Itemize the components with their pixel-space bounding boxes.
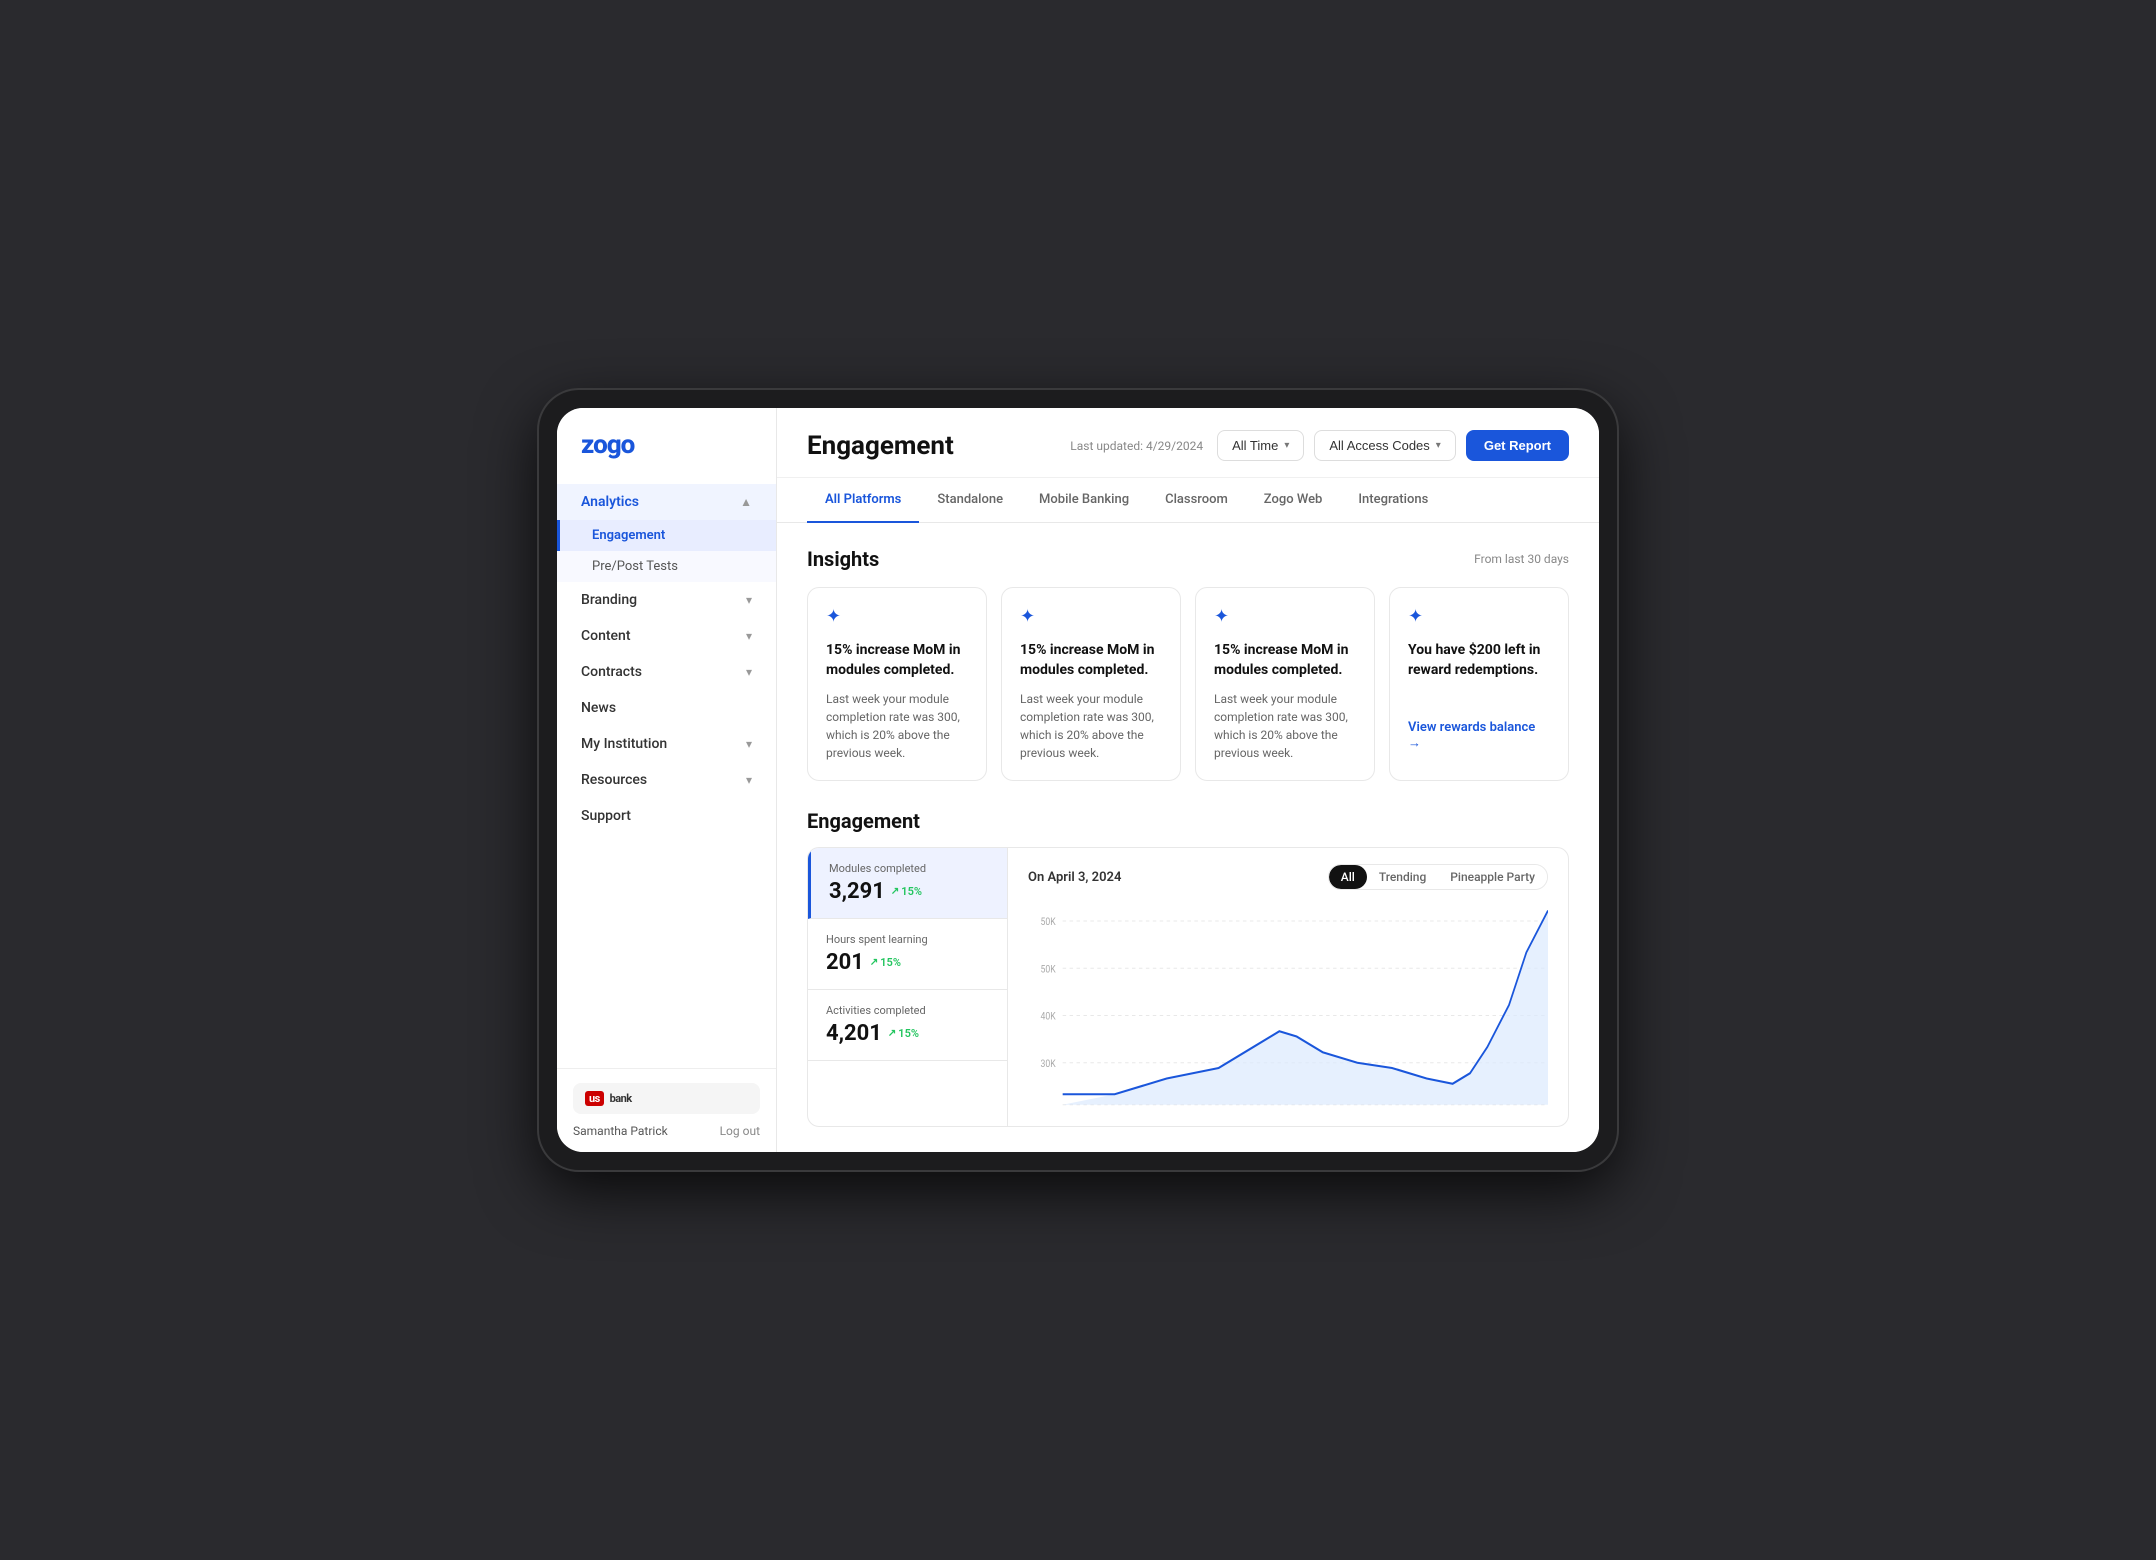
sidebar-item-resources[interactable]: Resources ▾ xyxy=(557,762,776,798)
sidebar-item-news[interactable]: News xyxy=(557,690,776,726)
logo: zogo xyxy=(581,430,634,460)
access-codes-dropdown[interactable]: All Access Codes ▾ xyxy=(1314,430,1455,461)
insight-card-4: ✦ You have $200 left in reward redemptio… xyxy=(1389,587,1569,781)
insights-grid: ✦ 15% increase MoM in modules completed.… xyxy=(807,587,1569,781)
time-filter-chevron-icon: ▾ xyxy=(1284,440,1289,451)
tab-mobile-banking[interactable]: Mobile Banking xyxy=(1021,478,1147,523)
engagement-stats: Modules completed 3,291 ↗ 15% xyxy=(808,848,1008,1126)
tab-zogo-web[interactable]: Zogo Web xyxy=(1246,478,1341,523)
analytics-chevron-icon: ▲ xyxy=(740,495,752,509)
svg-text:40K: 40K xyxy=(1041,1011,1057,1023)
hours-label: Hours spent learning xyxy=(826,933,989,946)
get-report-button[interactable]: Get Report xyxy=(1466,430,1569,461)
chart-area: On April 3, 2024 All Trending xyxy=(1008,848,1568,1126)
insight-body-2: Last week your module completion rate wa… xyxy=(1020,690,1162,762)
insight-title-3: 15% increase MoM in modules completed. xyxy=(1214,641,1356,680)
chart-wrapper: 50K 50K 40K 30K xyxy=(1028,900,1548,1110)
main-content: Engagement Last updated: 4/29/2024 All T… xyxy=(777,408,1599,1152)
spark-icon-4: ✦ xyxy=(1408,606,1423,627)
engagement-body: Modules completed 3,291 ↗ 15% xyxy=(807,847,1569,1127)
branding-chevron-icon: ▾ xyxy=(746,593,752,607)
modules-trend-arrow-icon: ↗ xyxy=(891,886,899,897)
view-rewards-link[interactable]: View rewards balance → xyxy=(1408,720,1550,751)
modules-label: Modules completed xyxy=(829,862,989,875)
insights-title: Insights xyxy=(807,547,879,571)
sidebar-item-content[interactable]: Content ▾ xyxy=(557,618,776,654)
device-screen: zogo Analytics ▲ Engagement Pre/Post Tes… xyxy=(557,408,1599,1152)
footer-user: Samantha Patrick Log out xyxy=(573,1124,760,1138)
header-controls: Last updated: 4/29/2024 All Time ▾ All A… xyxy=(1070,430,1569,461)
chart-filter-pineapple-party[interactable]: Pineapple Party xyxy=(1438,865,1547,889)
hours-trend: ↗ 15% xyxy=(870,956,901,969)
tab-all-platforms[interactable]: All Platforms xyxy=(807,478,919,523)
chart-header: On April 3, 2024 All Trending xyxy=(1028,864,1548,890)
sidebar-footer: us bank Samantha Patrick Log out xyxy=(557,1068,776,1152)
modules-trend: ↗ 15% xyxy=(891,885,922,898)
analytics-submenu: Engagement Pre/Post Tests xyxy=(557,520,776,582)
sidebar-item-branding[interactable]: Branding ▾ xyxy=(557,582,776,618)
sidebar-item-support[interactable]: Support xyxy=(557,798,776,834)
last-updated-text: Last updated: 4/29/2024 xyxy=(1070,439,1203,453)
spark-icon-3: ✦ xyxy=(1214,606,1229,627)
time-filter-dropdown[interactable]: All Time ▾ xyxy=(1217,430,1304,461)
page-title: Engagement xyxy=(807,431,954,461)
resources-chevron-icon: ▾ xyxy=(746,773,752,787)
sidebar: zogo Analytics ▲ Engagement Pre/Post Tes… xyxy=(557,408,777,1152)
insight-title-1: 15% increase MoM in modules completed. xyxy=(826,641,968,680)
content-chevron-icon: ▾ xyxy=(746,629,752,643)
insight-card-1: ✦ 15% increase MoM in modules completed.… xyxy=(807,587,987,781)
modules-value: 3,291 ↗ 15% xyxy=(829,879,989,904)
hours-value: 201 ↗ 15% xyxy=(826,950,989,975)
insight-card-2: ✦ 15% increase MoM in modules completed.… xyxy=(1001,587,1181,781)
insights-section-header: Insights From last 30 days xyxy=(807,547,1569,571)
svg-text:50K: 50K xyxy=(1041,964,1057,976)
insights-from-label: From last 30 days xyxy=(1474,552,1569,566)
contracts-chevron-icon: ▾ xyxy=(746,665,752,679)
engagement-chart: 50K 50K 40K 30K xyxy=(1028,900,1548,1110)
tabs-container: All Platforms Standalone Mobile Banking … xyxy=(777,478,1599,523)
my-institution-chevron-icon: ▾ xyxy=(746,737,752,751)
chart-filter-trending[interactable]: Trending xyxy=(1367,865,1438,889)
insight-body-1: Last week your module completion rate wa… xyxy=(826,690,968,762)
activities-trend: ↗ 15% xyxy=(888,1027,919,1040)
svg-text:50K: 50K xyxy=(1041,917,1057,929)
chart-filter-group: All Trending Pineapple Party xyxy=(1328,864,1548,890)
spark-icon-1: ✦ xyxy=(826,606,841,627)
device-frame: zogo Analytics ▲ Engagement Pre/Post Tes… xyxy=(539,390,1617,1170)
hours-trend-arrow-icon: ↗ xyxy=(870,957,878,968)
insight-body-3: Last week your module completion rate wa… xyxy=(1214,690,1356,762)
activities-trend-arrow-icon: ↗ xyxy=(888,1028,896,1039)
stat-block-activities[interactable]: Activities completed 4,201 ↗ 15% xyxy=(808,990,1007,1061)
spark-icon-2: ✦ xyxy=(1020,606,1035,627)
content-area: Insights From last 30 days ✦ 15% increas… xyxy=(777,523,1599,1152)
sidebar-item-pre-post-tests[interactable]: Pre/Post Tests xyxy=(557,551,776,582)
sidebar-item-analytics[interactable]: Analytics ▲ xyxy=(557,484,776,520)
activities-label: Activities completed xyxy=(826,1004,989,1017)
chart-filter-all[interactable]: All xyxy=(1329,865,1367,889)
page-header: Engagement Last updated: 4/29/2024 All T… xyxy=(777,408,1599,478)
engagement-section: Engagement Modules completed 3,291 ↗ xyxy=(807,809,1569,1127)
svg-text:30K: 30K xyxy=(1041,1058,1057,1070)
tab-integrations[interactable]: Integrations xyxy=(1340,478,1446,523)
insight-card-3: ✦ 15% increase MoM in modules completed.… xyxy=(1195,587,1375,781)
insight-title-2: 15% increase MoM in modules completed. xyxy=(1020,641,1162,680)
sidebar-logo: zogo xyxy=(557,408,776,476)
stat-block-hours[interactable]: Hours spent learning 201 ↗ 15% xyxy=(808,919,1007,990)
engagement-section-title: Engagement xyxy=(807,809,1569,833)
logout-button[interactable]: Log out xyxy=(720,1124,760,1138)
access-codes-chevron-icon: ▾ xyxy=(1436,440,1441,451)
sidebar-item-engagement[interactable]: Engagement xyxy=(557,520,776,551)
stat-block-modules[interactable]: Modules completed 3,291 ↗ 15% xyxy=(808,848,1007,919)
sidebar-item-my-institution[interactable]: My Institution ▾ xyxy=(557,726,776,762)
user-name: Samantha Patrick xyxy=(573,1124,668,1138)
sidebar-nav: Analytics ▲ Engagement Pre/Post Tests Br… xyxy=(557,476,776,1068)
sidebar-item-contracts[interactable]: Contracts ▾ xyxy=(557,654,776,690)
activities-value: 4,201 ↗ 15% xyxy=(826,1021,989,1046)
insight-title-4: You have $200 left in reward redemptions… xyxy=(1408,641,1550,680)
chart-date: On April 3, 2024 xyxy=(1028,870,1121,885)
tab-standalone[interactable]: Standalone xyxy=(919,478,1021,523)
bank-logo-container: us bank xyxy=(573,1083,760,1114)
tab-classroom[interactable]: Classroom xyxy=(1147,478,1246,523)
bank-logo: us bank xyxy=(585,1091,632,1106)
